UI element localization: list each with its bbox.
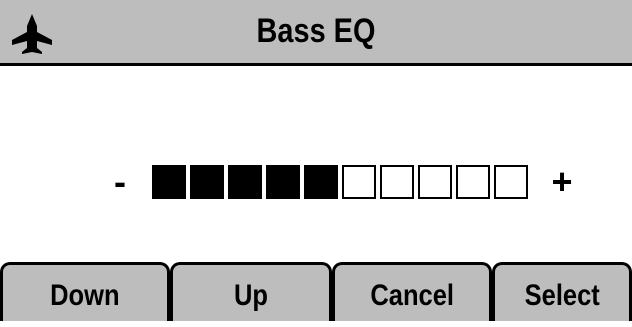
bass-eq-level-control[interactable]: - +	[100, 162, 582, 202]
eq-segment-empty	[380, 165, 414, 199]
select-softkey[interactable]: Select	[492, 262, 632, 321]
eq-segment-filled	[304, 165, 338, 199]
up-softkey[interactable]: Up	[170, 262, 332, 321]
down-softkey[interactable]: Down	[0, 262, 170, 321]
cancel-softkey-label: Cancel	[370, 279, 454, 312]
eq-segment-filled	[152, 165, 186, 199]
down-softkey-label: Down	[50, 279, 120, 312]
eq-level-bar	[152, 165, 528, 199]
eq-segment-filled	[190, 165, 224, 199]
minus-label: -	[114, 161, 126, 202]
plus-label: +	[551, 161, 573, 202]
eq-segment-filled	[266, 165, 300, 199]
eq-segment-empty	[418, 165, 452, 199]
up-softkey-label: Up	[234, 279, 268, 312]
eq-segment-empty	[342, 165, 376, 199]
select-softkey-label: Select	[524, 279, 600, 312]
phone-screen: Bass EQ - + Down Up Cancel Select	[0, 0, 632, 321]
cancel-softkey[interactable]: Cancel	[332, 262, 492, 321]
eq-content: - +	[0, 66, 632, 262]
page-title: Bass EQ	[256, 12, 376, 50]
eq-segment-filled	[228, 165, 262, 199]
softkey-bar: Down Up Cancel Select	[0, 262, 632, 321]
eq-segment-empty	[494, 165, 528, 199]
title-bar: Bass EQ	[0, 0, 632, 66]
eq-segment-empty	[456, 165, 490, 199]
